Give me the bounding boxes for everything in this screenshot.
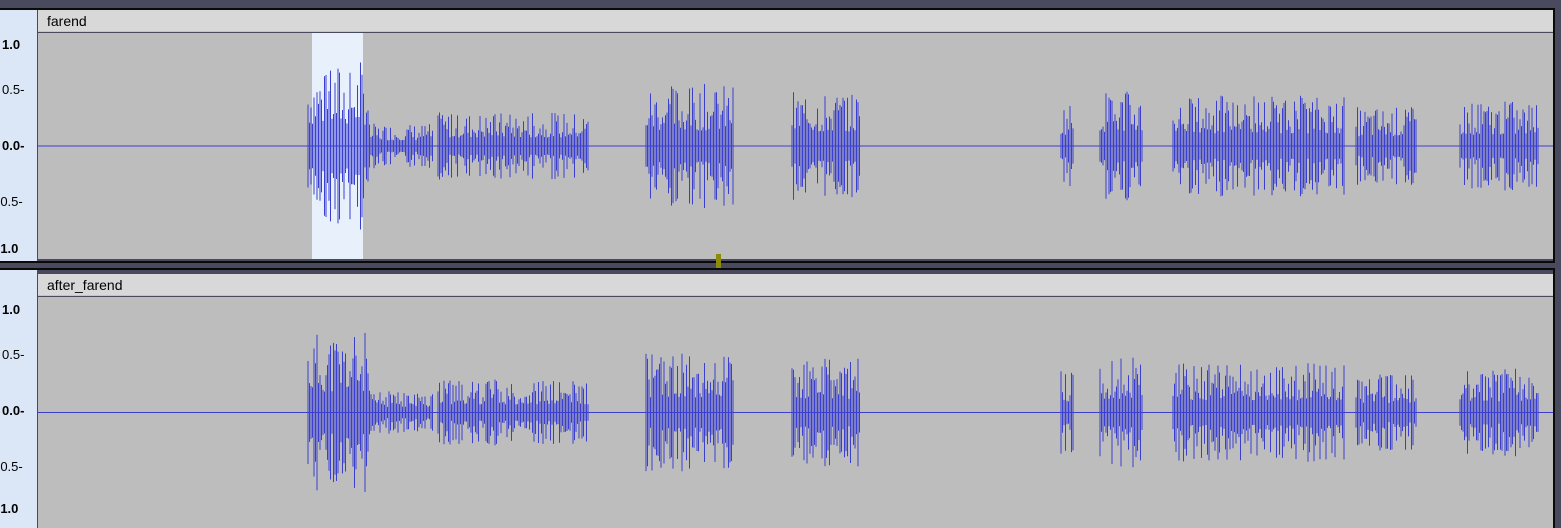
track-border bbox=[0, 8, 1555, 263]
track-farend[interactable]: 1.0 0.5- 0.0- -0.5- -1.0 farend bbox=[0, 8, 1555, 263]
track-border bbox=[0, 268, 1555, 528]
track-after-farend[interactable]: 1.0 0.5- 0.0- -0.5- -1.0 after_farend bbox=[0, 268, 1555, 528]
